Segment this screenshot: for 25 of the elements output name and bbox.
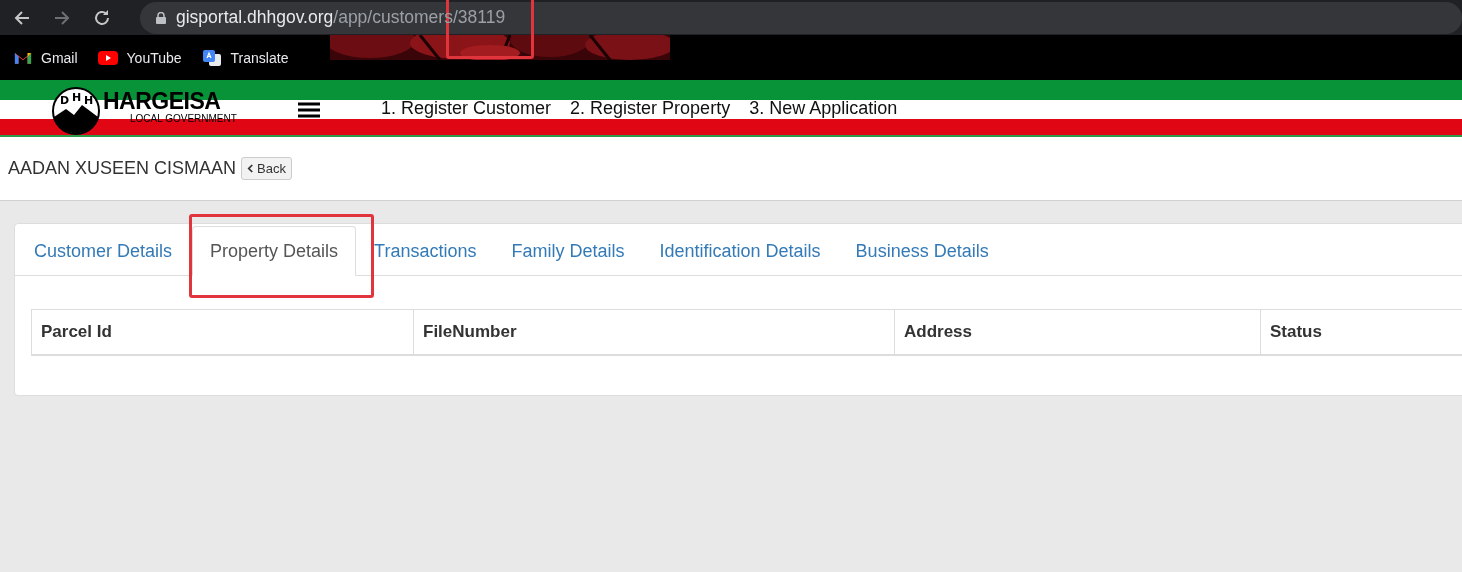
column-header: Address [895,310,1261,354]
bookmark-link[interactable]: Gmail [14,49,78,66]
chevron-left-icon [247,164,255,173]
tab[interactable]: Transactions [359,226,494,276]
back-button[interactable]: Back [241,157,292,180]
lock-icon [156,11,166,24]
play-icon [97,50,118,65]
nav-link[interactable]: 3. New Application [749,98,898,119]
tab[interactable]: Business Details [840,226,1006,276]
column-header: Status [1261,310,1462,354]
tab[interactable]: Property Details [192,226,357,276]
column-header: FileNumber [414,310,895,354]
nav-link[interactable]: 2. Register Property [570,98,731,119]
mail-icon [14,50,32,65]
customer-name: AADAN XUSEEN CISMAAN [8,158,237,179]
logo-subtitle: LOCAL GOVERNMENT [130,113,237,124]
menu-icon[interactable] [298,102,320,118]
bookmark-link[interactable]: Translate [201,48,289,67]
tab[interactable]: Identification Details [644,226,838,276]
bookmark-link[interactable]: YouTube [97,49,182,66]
nav-link[interactable]: 1. Register Customer [381,98,552,119]
tab[interactable]: Customer Details [19,226,190,276]
column-header: Parcel Id [32,310,414,354]
tab[interactable]: Family Details [496,226,642,276]
translate-icon [201,48,222,67]
